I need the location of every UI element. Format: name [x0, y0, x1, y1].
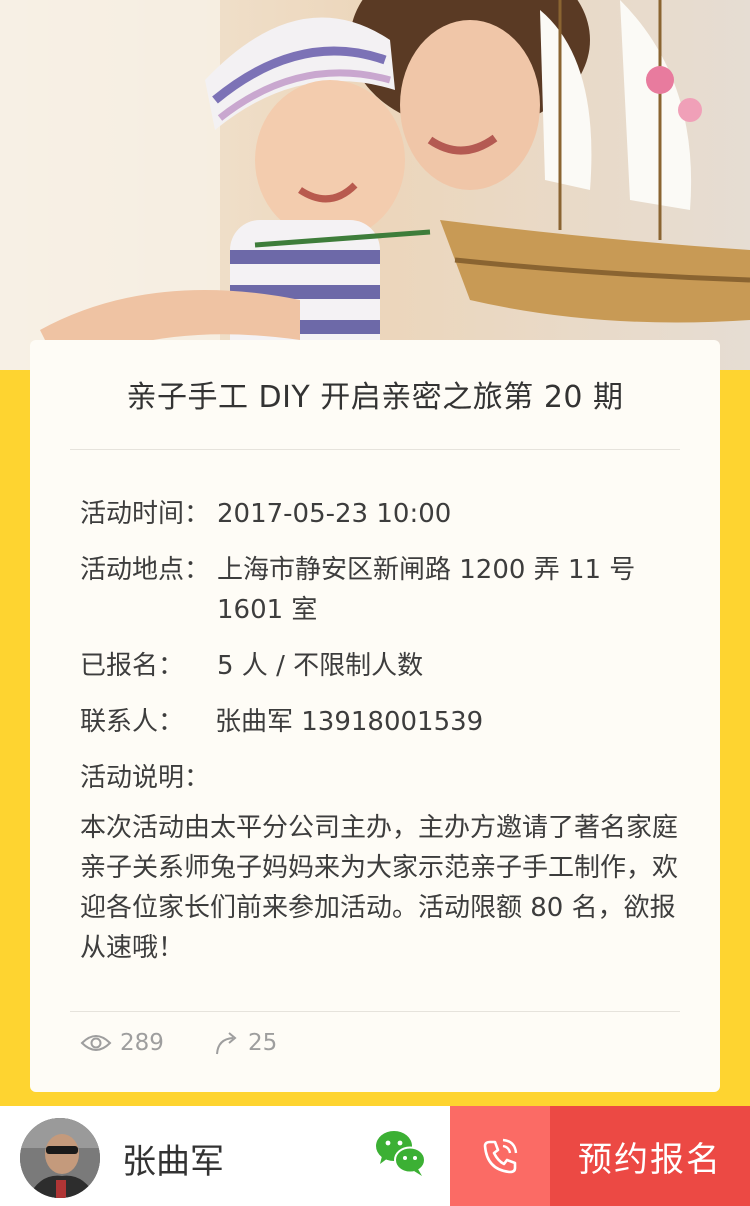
hero-image	[0, 0, 750, 370]
time-value: 2017-05-23 10:00	[217, 499, 452, 529]
divider	[70, 449, 680, 450]
phone-icon	[483, 1138, 518, 1174]
views-stat: 289	[80, 1030, 164, 1056]
wechat-icon	[376, 1131, 426, 1176]
divider	[70, 1011, 680, 1012]
contact-label: 联系人：	[80, 707, 185, 737]
eye-icon	[80, 1035, 112, 1051]
hero-photo-illustration	[0, 0, 750, 370]
signed-label: 已报名：	[80, 651, 185, 681]
event-description: 本次活动由太平分公司主办，主办方邀请了著名家庭亲子关系师兔子妈妈来为大家示范亲子…	[80, 813, 679, 963]
time-label: 活动时间：	[80, 499, 211, 529]
event-title: 亲子手工 DIY 开启亲密之旅第 20 期	[126, 380, 624, 415]
bottom-bar: 张曲军 预约报名	[0, 1106, 750, 1206]
views-count: 289	[120, 1030, 164, 1056]
location-label: 活动地点：	[80, 555, 211, 585]
desc-label: 活动说明：	[80, 763, 211, 793]
shares-stat[interactable]: 25	[214, 1030, 277, 1056]
shares-count: 25	[248, 1030, 278, 1056]
avatar-photo	[20, 1118, 100, 1198]
location-value: 上海市静安区新闸路 1200 弄 11 号	[217, 555, 636, 585]
user-name: 张曲军	[122, 1142, 224, 1182]
avatar[interactable]	[20, 1118, 100, 1198]
wechat-button[interactable]	[374, 1128, 428, 1178]
share-icon	[216, 1032, 237, 1055]
signed-value: 5 人 / 不限制人数	[217, 651, 424, 681]
location-value-line2: 1601 室	[217, 595, 318, 625]
signup-button[interactable]: 预约报名	[550, 1106, 750, 1206]
event-card: 亲子手工 DIY 开启亲密之旅第 20 期 活动时间： 2017-05-23 1…	[30, 340, 720, 1092]
call-button[interactable]	[450, 1106, 550, 1206]
contact-value: 张曲军 13918001539	[215, 707, 484, 737]
